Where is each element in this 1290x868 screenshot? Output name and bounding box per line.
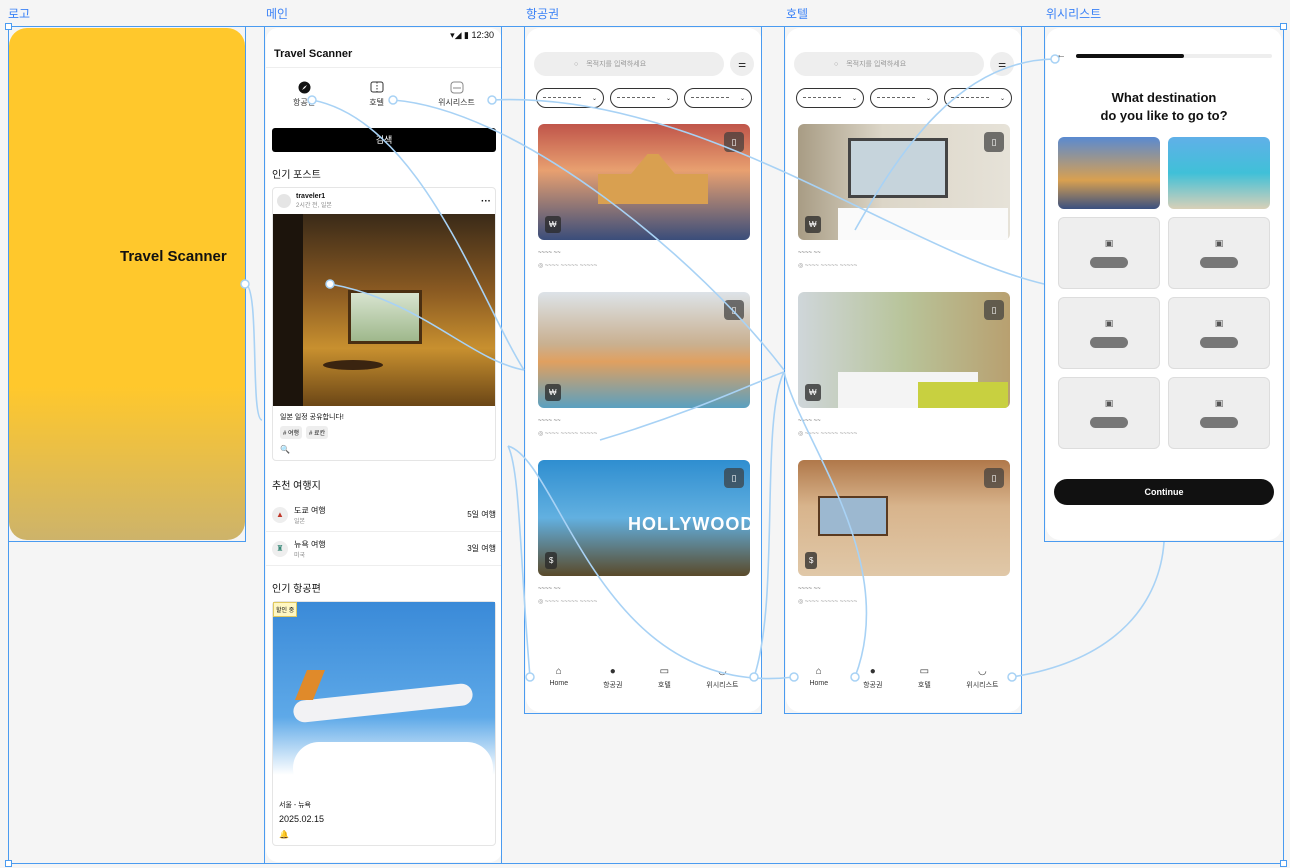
flights-selection <box>524 26 762 714</box>
frame-label-main[interactable]: 메인 <box>266 5 288 22</box>
hotels-selection <box>784 26 1022 714</box>
resize-handle[interactable] <box>1280 23 1287 30</box>
wishlist-selection <box>1044 26 1284 542</box>
main-selection <box>264 26 502 864</box>
resize-handle[interactable] <box>5 23 12 30</box>
design-canvas: 로고 메인 항공권 호텔 위시리스트 Travel Scanner ▾◢ ▮ 1… <box>0 0 1290 868</box>
frame-label-wishlist[interactable]: 위시리스트 <box>1046 5 1101 22</box>
resize-handle[interactable] <box>1280 860 1287 867</box>
frame-label-hotels[interactable]: 호텔 <box>786 5 808 22</box>
resize-handle[interactable] <box>5 860 12 867</box>
logo-selection <box>8 26 246 542</box>
frame-label-logo[interactable]: 로고 <box>8 5 30 22</box>
frame-label-flights[interactable]: 항공권 <box>526 5 559 22</box>
